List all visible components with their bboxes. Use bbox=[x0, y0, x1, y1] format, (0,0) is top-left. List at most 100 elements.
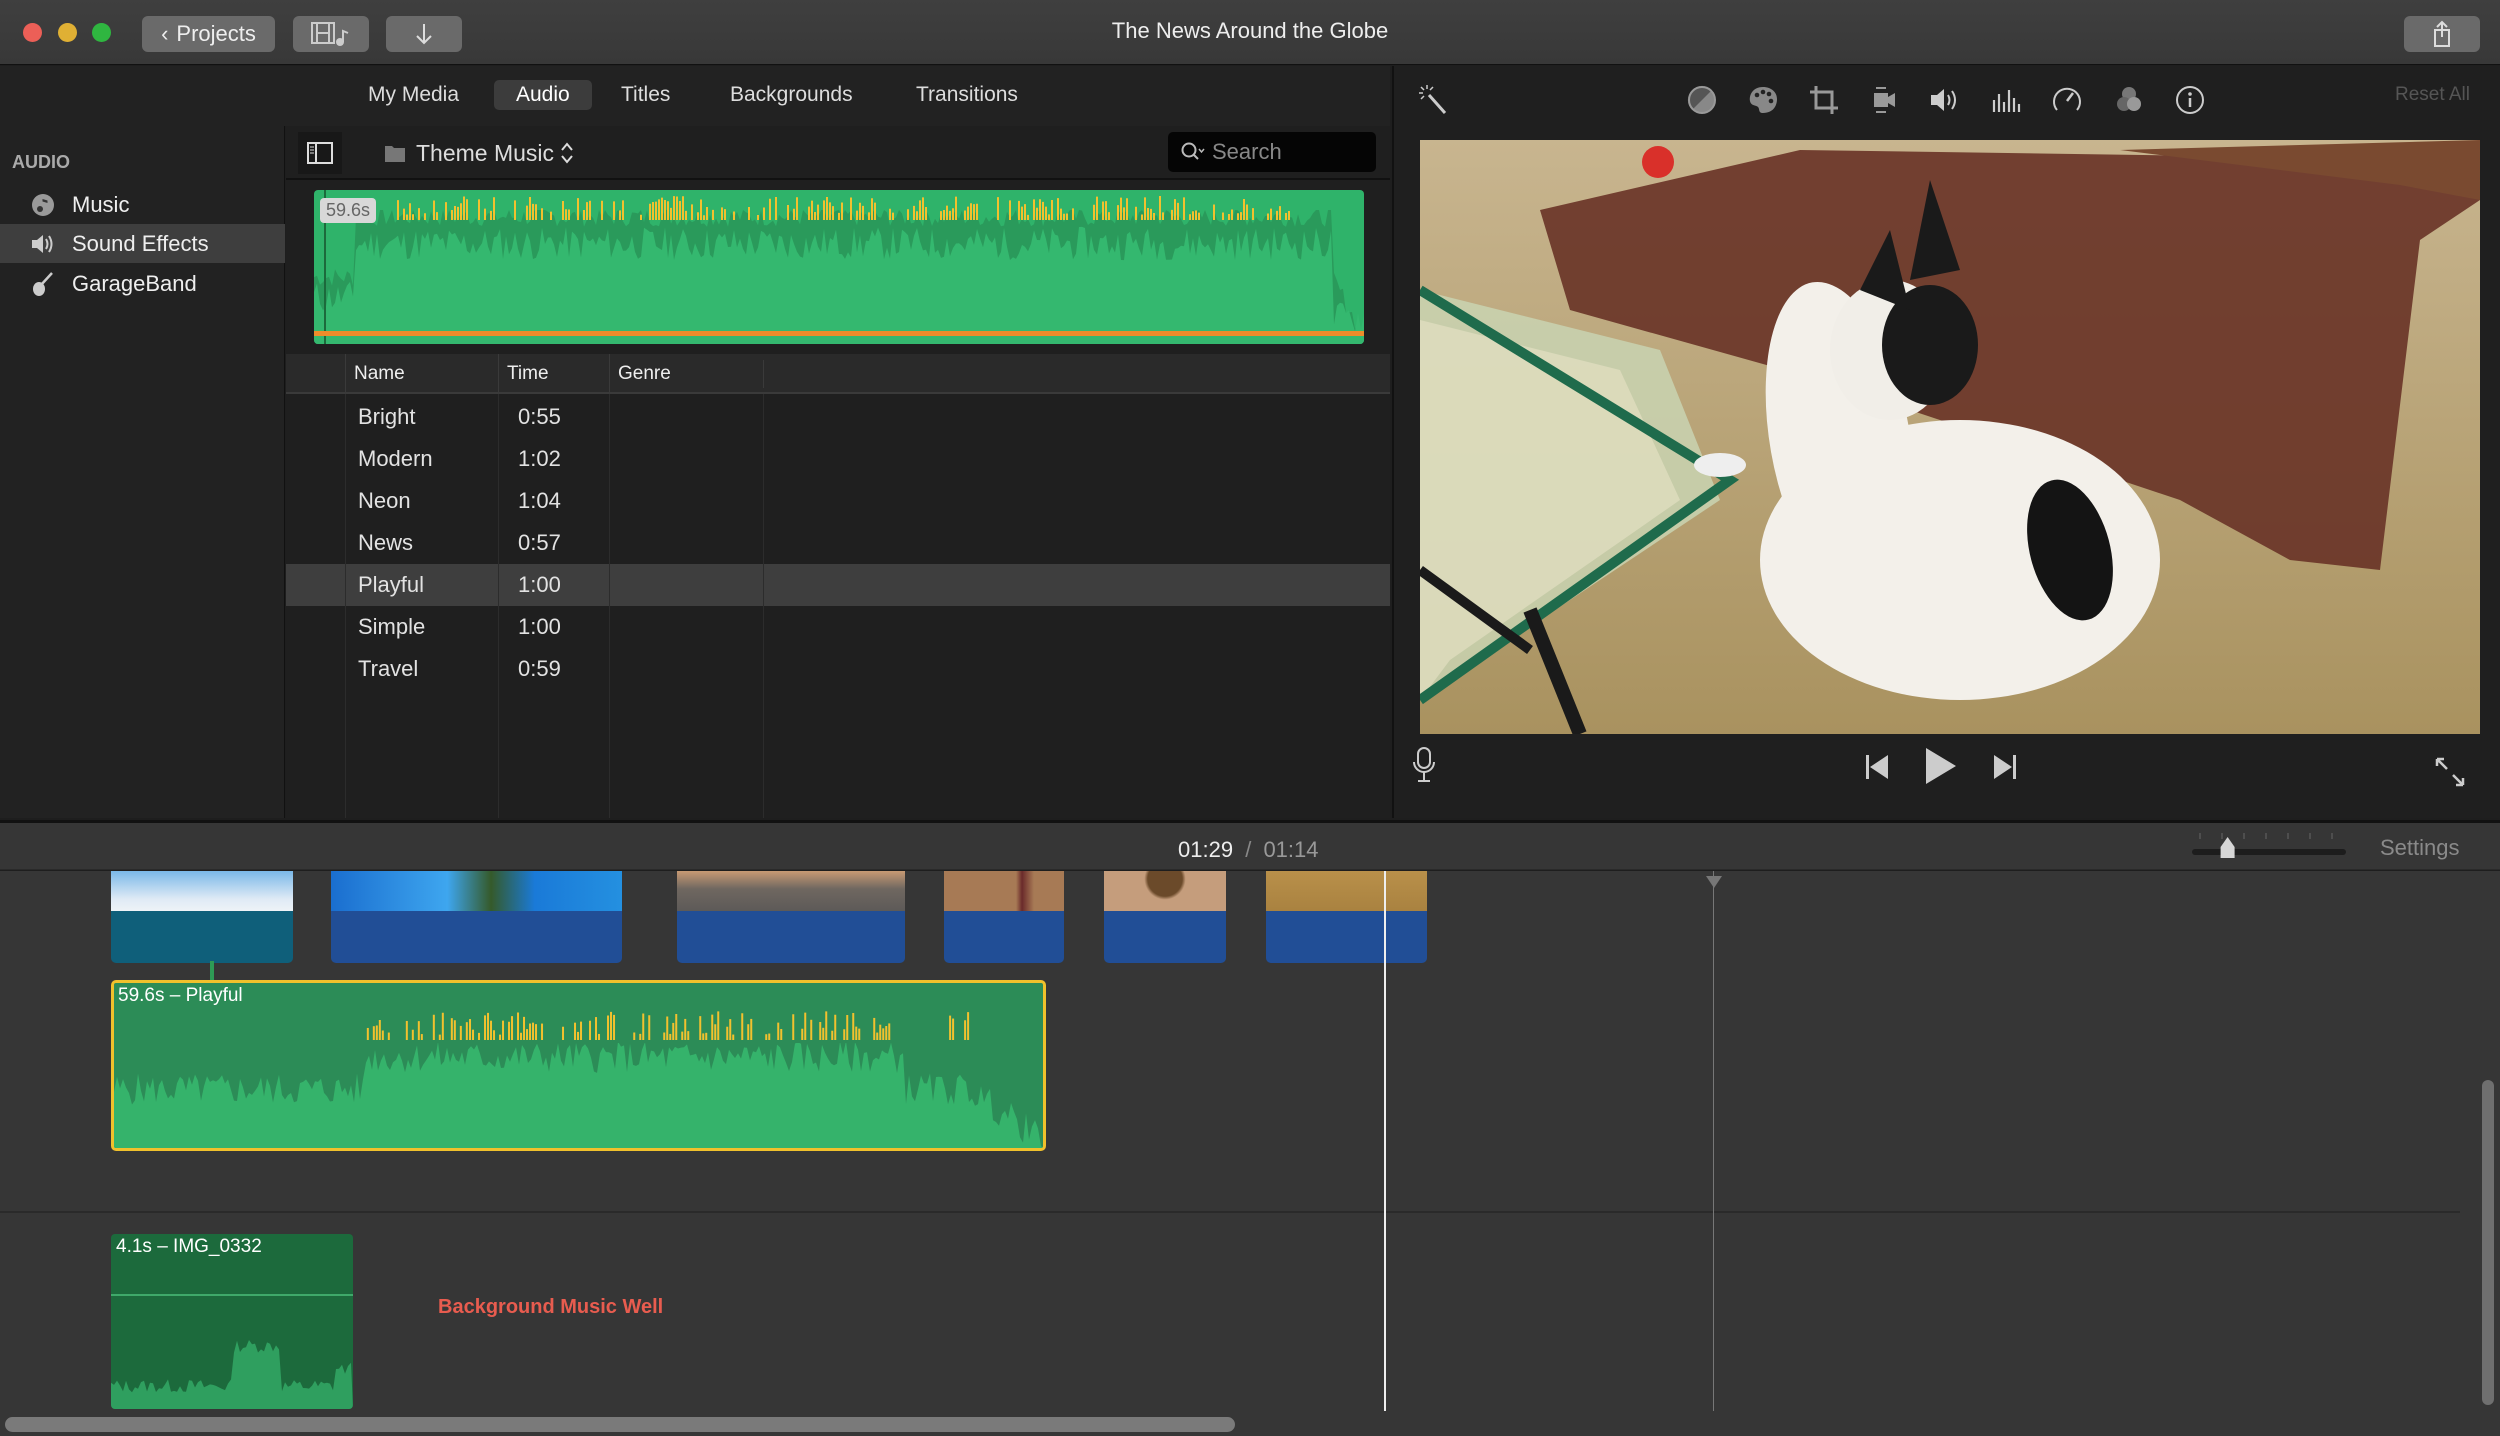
audio-preview-waveform[interactable]: 59.6s bbox=[314, 190, 1364, 344]
song-name: Neon bbox=[358, 488, 411, 513]
video-clip[interactable] bbox=[677, 871, 905, 963]
column-header-time[interactable]: Time bbox=[498, 354, 609, 394]
clip-thumbnail bbox=[677, 871, 905, 911]
clip-thumbnail bbox=[331, 871, 622, 911]
playhead[interactable] bbox=[1384, 871, 1386, 1411]
total-time: 01:14 bbox=[1263, 837, 1319, 862]
skip-forward-button[interactable] bbox=[1992, 753, 2018, 781]
video-clip[interactable] bbox=[944, 871, 1064, 963]
browser-tabs: My Media Audio Titles Backgrounds Transi… bbox=[0, 66, 1390, 126]
column-divider bbox=[498, 394, 499, 818]
video-preview[interactable] bbox=[1420, 140, 2480, 734]
crop-icon bbox=[1808, 84, 1840, 116]
skip-forward-icon bbox=[1992, 753, 2018, 781]
volume-line[interactable] bbox=[114, 1040, 1043, 1043]
zoom-slider-track[interactable] bbox=[2192, 849, 2346, 855]
noise-equalizer-button[interactable] bbox=[1986, 82, 2026, 118]
share-button[interactable] bbox=[2404, 16, 2480, 52]
sidebar-item-music[interactable]: Music bbox=[0, 185, 285, 224]
background-well-divider bbox=[0, 1211, 2460, 1213]
volume-line[interactable] bbox=[111, 1294, 353, 1296]
video-clip[interactable] bbox=[111, 871, 293, 963]
volume-button[interactable] bbox=[1924, 82, 1964, 118]
video-clip[interactable] bbox=[331, 871, 622, 963]
song-time: 0:57 bbox=[518, 530, 561, 555]
play-icon bbox=[1924, 746, 1958, 786]
bg-clip-label: 4.1s – IMG_0332 bbox=[116, 1236, 262, 1257]
preview-selection-range[interactable] bbox=[314, 331, 1364, 336]
horizontal-scrollbar[interactable] bbox=[5, 1417, 1235, 1432]
library-sidebar: AUDIO Music Sound Effects GarageBand bbox=[0, 126, 285, 818]
sidebar-item-sound-effects[interactable]: Sound Effects bbox=[0, 224, 285, 263]
background-music-clip[interactable]: 4.1s – IMG_0332 bbox=[111, 1234, 353, 1409]
song-name: Simple bbox=[358, 614, 426, 639]
zoom-slider-thumb[interactable] bbox=[2220, 837, 2235, 858]
browser-header: Theme Music Search bbox=[286, 126, 1390, 180]
play-button[interactable] bbox=[1924, 746, 1958, 786]
folder-selector[interactable]: Theme Music bbox=[384, 136, 574, 170]
color-balance-button[interactable] bbox=[1682, 82, 1722, 118]
music-waveform-graphic bbox=[114, 1011, 1043, 1148]
bg-waveform-graphic bbox=[111, 1340, 353, 1409]
fullscreen-button[interactable] bbox=[2434, 756, 2466, 788]
tab-my-media[interactable]: My Media bbox=[346, 80, 481, 110]
window-title: The News Around the Globe bbox=[1111, 18, 1389, 43]
music-note-icon bbox=[30, 192, 56, 218]
info-button[interactable] bbox=[2170, 82, 2210, 118]
tab-titles[interactable]: Titles bbox=[599, 80, 692, 110]
settings-button[interactable]: Settings bbox=[2380, 835, 2460, 861]
table-row[interactable]: News 0:57 bbox=[286, 522, 1390, 564]
tab-transitions[interactable]: Transitions bbox=[894, 80, 1040, 110]
column-header-name[interactable]: Name bbox=[345, 354, 498, 394]
table-row[interactable]: Modern 1:02 bbox=[286, 438, 1390, 480]
video-clip[interactable] bbox=[1266, 871, 1427, 963]
zoom-slider-graphic bbox=[2192, 833, 2346, 858]
color-correction-button[interactable] bbox=[1743, 82, 1783, 118]
search-field[interactable]: Search bbox=[1168, 132, 1376, 172]
sidebar-item-label: Sound Effects bbox=[72, 230, 209, 256]
clip-thumbnail bbox=[1104, 871, 1226, 911]
guitar-icon bbox=[30, 271, 56, 297]
reset-all-button[interactable]: Reset All bbox=[2395, 84, 2470, 106]
song-time: 0:55 bbox=[518, 404, 561, 429]
table-row[interactable]: Bright 0:55 bbox=[286, 396, 1390, 438]
video-clip[interactable] bbox=[1104, 871, 1226, 963]
tab-backgrounds[interactable]: Backgrounds bbox=[708, 80, 875, 110]
column-header-genre[interactable]: Genre bbox=[609, 354, 763, 394]
magic-wand-icon bbox=[1417, 83, 1451, 117]
sidebar-heading: AUDIO bbox=[12, 152, 70, 172]
column-divider bbox=[763, 360, 764, 388]
song-name: Bright bbox=[358, 404, 416, 429]
tab-audio[interactable]: Audio bbox=[494, 80, 592, 110]
timeline-header: 01:29 / 01:14 Settings bbox=[0, 820, 2500, 870]
speed-button[interactable] bbox=[2047, 82, 2087, 118]
table-row[interactable]: Simple 1:00 bbox=[286, 606, 1390, 648]
song-time: 0:59 bbox=[518, 656, 561, 681]
crop-button[interactable] bbox=[1804, 82, 1844, 118]
toggle-sidebar-button[interactable] bbox=[298, 132, 342, 174]
expand-arrows-icon bbox=[2434, 756, 2466, 788]
timecode: 01:29 / 01:14 bbox=[1178, 837, 1319, 863]
waveform-shape bbox=[114, 1041, 1043, 1148]
waveform-shape bbox=[111, 1340, 353, 1409]
stabilization-button[interactable] bbox=[1864, 82, 1904, 118]
clip-filter-button[interactable] bbox=[2109, 82, 2149, 118]
enhance-button[interactable] bbox=[1414, 82, 1454, 118]
column-divider bbox=[763, 394, 764, 818]
color-correction-icon bbox=[1747, 84, 1779, 116]
sidebar-item-garageband[interactable]: GarageBand bbox=[0, 264, 285, 303]
skip-back-button[interactable] bbox=[1864, 753, 1890, 781]
table-row[interactable]: Playful 1:00 bbox=[286, 564, 1390, 606]
time-separator: / bbox=[1245, 837, 1252, 862]
timeline-zoom-slider[interactable] bbox=[2192, 831, 2346, 861]
table-row[interactable]: Travel 0:59 bbox=[286, 648, 1390, 690]
share-icon bbox=[2432, 20, 2452, 48]
song-list: Bright 0:55 Modern 1:02 Neon 1:04 News 0:57 Play… bbox=[286, 396, 1390, 816]
music-clip-playful[interactable]: 59.6s – Playful bbox=[111, 980, 1046, 1151]
table-row[interactable]: Neon 1:04 bbox=[286, 480, 1390, 522]
search-placeholder: Search bbox=[1212, 139, 1282, 164]
voiceover-button[interactable] bbox=[1412, 746, 1436, 784]
vertical-scrollbar[interactable] bbox=[2482, 1080, 2494, 1405]
preview-waveform-graphic bbox=[314, 196, 1364, 344]
viewer-panel: Reset All bbox=[1392, 66, 2500, 818]
